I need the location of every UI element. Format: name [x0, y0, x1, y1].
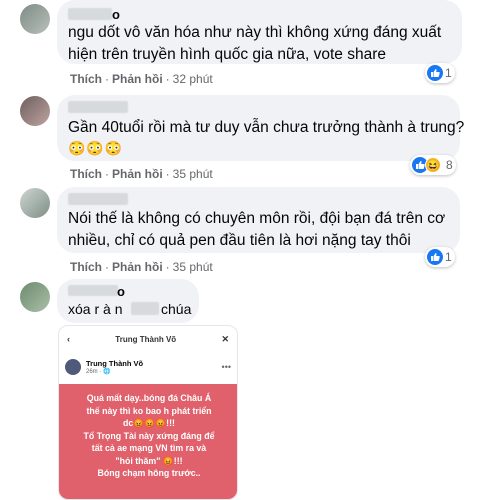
like-icon — [427, 65, 443, 81]
like-link[interactable]: Thích — [70, 167, 102, 181]
redacted-name — [68, 285, 118, 296]
comment-actions: Thích · Phản hồi · 35 phút — [70, 260, 213, 274]
post-line: Tổ Trọng Tài này xứng đáng để — [83, 430, 215, 441]
comment-actions: Thích · Phản hồi · 35 phút — [70, 167, 213, 181]
reaction-count: 1 — [445, 66, 452, 80]
separator: · — [105, 260, 109, 274]
avatar[interactable] — [20, 282, 50, 312]
separator: · — [105, 72, 109, 86]
post-line: Bóng chạm hông trước.. — [97, 468, 201, 478]
post-line: dc😡😡😡!!! — [123, 418, 175, 428]
more-icon: ••• — [221, 362, 231, 372]
like-link[interactable]: Thích — [70, 72, 102, 86]
post-line: "hỏi thăm" 😡!!! — [115, 455, 183, 466]
reaction-summary[interactable]: 1 — [425, 63, 455, 83]
post-line: tất cả ae mạng VN tìm ra và — [91, 443, 207, 453]
comment-text-line: Nói thế là không có chuyên môn rồi, đội … — [68, 210, 446, 227]
attached-image[interactable]: ‹ Trung Thành Võ ✕ Trung Thành Võ 26m · … — [58, 325, 238, 500]
back-arrow-icon: ‹ — [67, 334, 70, 344]
reply-link[interactable]: Phản hồi — [112, 260, 163, 274]
comment-emojis: 😳😳😳 — [68, 140, 124, 156]
comment-text-line: hiện trên truyền hình quốc gia nữa, vote… — [68, 46, 386, 63]
separator: · — [165, 72, 170, 86]
reaction-count: 1 — [445, 250, 452, 264]
author-avatar — [65, 359, 81, 375]
image-post-body: Quá mất dạy..bóng đá Châu Á thế này thì … — [59, 384, 237, 499]
comment-text-line: ngu dốt vô văn hóa như này thì không xứn… — [68, 24, 442, 41]
redacted-name — [68, 193, 128, 205]
post-line: Quá mất dạy..bóng đá Châu Á — [86, 393, 212, 403]
post-line: thế này thì ko bao h phát triển — [86, 405, 212, 416]
like-link[interactable]: Thích — [70, 260, 102, 274]
timestamp[interactable]: 35 phút — [173, 167, 213, 181]
comment-text: xóa r à n — [68, 301, 123, 317]
reaction-summary[interactable]: 1 — [425, 247, 455, 267]
image-author-row: Trung Thành Võ 26m · 🌐 ••• — [59, 352, 237, 382]
author-name: Trung Thành Võ — [86, 359, 144, 368]
reaction-summary[interactable]: 😆 8 — [410, 155, 456, 175]
post-time: 26m · 🌐 — [86, 369, 111, 375]
separator: · — [165, 167, 170, 181]
reply-link[interactable]: Phản hồi — [112, 167, 163, 181]
comment-actions: Thích · Phản hồi · 32 phút — [70, 72, 213, 86]
reaction-count: 8 — [446, 158, 453, 172]
separator: · — [105, 167, 109, 181]
avatar[interactable] — [20, 96, 50, 126]
image-header: ‹ Trung Thành Võ ✕ — [59, 326, 237, 352]
like-icon — [427, 249, 443, 265]
comment-text-line: Gần 40tuổi rồi mà tư duy vẫn chưa trưởng… — [68, 119, 465, 136]
image-header-title: Trung Thành Võ — [115, 334, 177, 344]
timestamp[interactable]: 35 phút — [173, 260, 213, 274]
comment-text-line: nhiều, chỉ có quả pen đầu tiên là hơi nặ… — [68, 232, 411, 249]
haha-icon: 😆 — [425, 157, 441, 173]
reply-link[interactable]: Phản hồi — [112, 72, 163, 86]
separator: · — [165, 260, 170, 274]
timestamp[interactable]: 32 phút — [173, 72, 213, 86]
redacted-name — [68, 8, 112, 20]
redacted-word — [131, 302, 159, 315]
comment-text: chúa — [161, 301, 192, 317]
avatar[interactable] — [20, 4, 50, 34]
redacted-name — [68, 101, 128, 113]
close-icon: ✕ — [221, 333, 229, 344]
avatar[interactable] — [20, 188, 50, 218]
